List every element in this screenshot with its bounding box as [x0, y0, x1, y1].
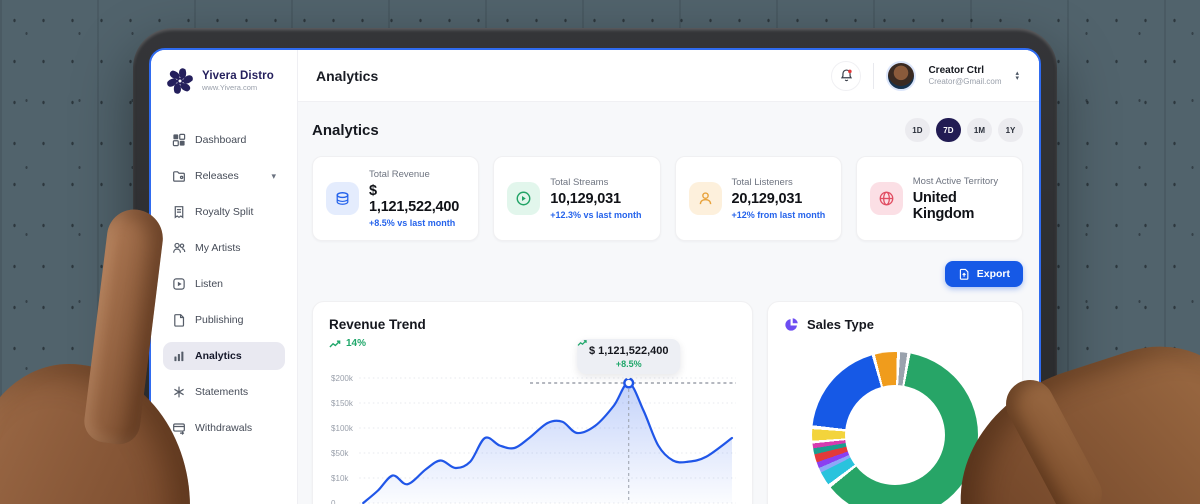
revenue-trend-title: Revenue Trend — [329, 317, 426, 332]
revenue-trend-card: Revenue Trend 14% $ 1,121,522,400 +8.5% — [312, 301, 753, 504]
brand-name: Yivera Distro — [202, 70, 274, 82]
stat-title: Total Streams — [550, 177, 609, 188]
bell-icon — [840, 69, 852, 82]
range-pill-1m[interactable]: 1M — [966, 118, 992, 142]
sidebar-item-withdrawals[interactable]: Withdrawals — [163, 414, 285, 442]
stat-value: 10,129,031 — [550, 191, 621, 207]
sidebar-item-listen[interactable]: Listen — [163, 270, 285, 298]
range-pill-7d[interactable]: 7D — [935, 118, 961, 142]
tooltip-delta: +8.5% — [577, 340, 669, 369]
export-label: Export — [976, 268, 1010, 280]
page-title: Analytics — [316, 67, 379, 84]
sidebar-item-statements[interactable]: Statements — [163, 378, 285, 406]
sidebar-item-label: My Artists — [195, 242, 241, 254]
stat-card-total-streams: Total Streams 10,129,031 +12.3% vs last … — [493, 156, 661, 241]
brand-url: www.Yivera.com — [202, 83, 258, 92]
sidebar-item-label: Publishing — [195, 314, 244, 326]
export-button[interactable]: Export — [944, 261, 1023, 287]
sidebar-item-label: Dashboard — [195, 134, 247, 146]
stat-title: Total Revenue — [369, 169, 430, 180]
chevron-updown-icon[interactable]: ▴ ▾ — [1015, 70, 1019, 82]
pinwheel-logo-icon — [167, 68, 193, 94]
sidebar-item-publishing[interactable]: Publishing — [163, 306, 285, 334]
stat-cards: Total Revenue $ 1,121,522,400 +8.5% vs l… — [312, 156, 1023, 241]
sidebar-item-label: Royalty Split — [195, 206, 254, 218]
sidebar-item-label: Withdrawals — [195, 422, 253, 434]
export-doc-icon — [959, 268, 969, 280]
stat-title: Total Listeners — [731, 177, 793, 188]
stat-delta: +12% from last month — [731, 210, 826, 220]
statement-icon — [174, 386, 184, 398]
tablet-screen: Yivera Distro www.Yivera.com Dashboard R… — [149, 48, 1041, 504]
topbar: Analytics Creator Ctrl Creator@Gmail.com — [298, 50, 1039, 102]
revenue-line-chart: $ 1,121,522,400 +8.5% $200k $150k $100k … — [329, 339, 736, 504]
sidebar-item-releases[interactable]: Releases ▾ — [163, 162, 285, 190]
play-circle-icon — [507, 182, 541, 215]
coins-icon — [326, 182, 359, 215]
document-icon — [174, 314, 185, 327]
svg-text:$150k: $150k — [331, 399, 354, 408]
svg-text:$200k: $200k — [331, 374, 354, 383]
svg-text:$10k: $10k — [331, 474, 349, 483]
range-pill-1y[interactable]: 1Y — [998, 118, 1023, 142]
play-square-icon — [173, 278, 185, 290]
sales-type-title: Sales Type — [807, 317, 874, 332]
sidebar-item-dashboard[interactable]: Dashboard — [163, 126, 285, 154]
stat-card-total-listeners: Total Listeners 20,129,031 +12% from las… — [674, 156, 842, 241]
brand: Yivera Distro www.Yivera.com — [163, 66, 285, 96]
sales-type-donut-chart — [812, 352, 978, 504]
stat-card-total-revenue: Total Revenue $ 1,121,522,400 +8.5% vs l… — [312, 156, 480, 241]
svg-text:$100k: $100k — [331, 424, 354, 433]
sidebar-item-royalty-split[interactable]: Royalty Split — [163, 198, 285, 226]
sidebar-item-label: Statements — [195, 386, 249, 398]
sidebar-nav: Dashboard Releases ▾ Royalty Split My Ar… — [163, 126, 285, 442]
user-name: Creator Ctrl — [928, 65, 985, 76]
chart-tooltip: $ 1,121,522,400 +8.5% — [576, 339, 681, 374]
stat-value: 20,129,031 — [731, 191, 803, 207]
people-icon — [173, 242, 186, 253]
globe-icon — [869, 182, 903, 215]
notifications-button[interactable] — [831, 60, 862, 91]
sidebar-item-label: Analytics — [195, 350, 242, 362]
line-chart-svg: $200k $150k $100k $50k $10k 0 — [331, 374, 736, 504]
range-pill-1d[interactable]: 1D — [904, 118, 930, 142]
avatar[interactable] — [886, 60, 917, 91]
person-icon — [688, 182, 722, 215]
tooltip-value: $ 1,121,522,400 — [588, 345, 669, 357]
stat-value: United Kingdom — [912, 189, 975, 222]
bar-chart-icon — [174, 351, 184, 362]
divider — [873, 62, 875, 89]
tablet-device: Yivera Distro www.Yivera.com Dashboard R… — [133, 28, 1057, 504]
sidebar-item-label: Listen — [195, 278, 224, 290]
svg-text:$50k: $50k — [331, 449, 349, 458]
sidebar-item-label: Releases — [195, 170, 239, 182]
stat-delta: +12.3% vs last month — [550, 210, 642, 220]
section-title: Analytics — [312, 121, 379, 139]
time-range-group: 1D 7D 1M 1Y — [904, 118, 1023, 142]
analytics-content: Analytics 1D 7D 1M 1Y Total Revenue $ 1,121… — [298, 102, 1039, 504]
user-info: Creator Ctrl Creator@Gmail.com — [928, 65, 1001, 86]
stat-delta: +8.5% vs last month — [369, 218, 456, 228]
notification-dot — [848, 69, 852, 74]
sidebar-item-my-artists[interactable]: My Artists — [163, 234, 285, 262]
stat-card-most-active-territory: Most Active Territory United Kingdom — [855, 156, 1023, 241]
stat-title: Most Active Territory — [912, 175, 999, 187]
receipt-icon — [174, 206, 184, 219]
folder-icon — [173, 171, 185, 182]
svg-text:0: 0 — [331, 499, 336, 504]
sidebar-item-analytics[interactable]: Analytics — [163, 342, 285, 370]
stat-value: $ 1,121,522,400 — [369, 183, 460, 215]
trend-up-icon — [329, 340, 341, 347]
chevron-down-icon: ▾ — [271, 170, 276, 181]
card-icon — [173, 423, 185, 435]
user-email: Creator@Gmail.com — [928, 77, 1002, 86]
trend-up-icon — [577, 340, 587, 346]
pie-chart-icon — [785, 318, 798, 331]
dashboard-icon — [172, 133, 186, 147]
